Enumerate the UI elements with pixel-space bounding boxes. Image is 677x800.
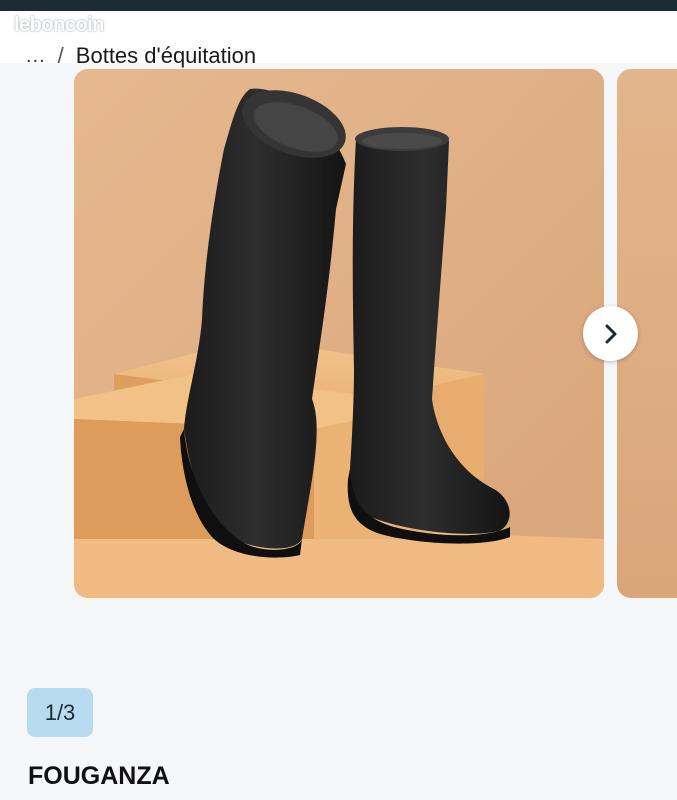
photo-counter: 1/3 [27,688,93,737]
status-bar [0,0,677,11]
brand-title: FOUGANZA [28,762,170,790]
chevron-right-icon [605,324,616,343]
leboncoin-watermark: leboncoin [14,14,104,36]
boots-image [74,69,604,598]
next-photo-button[interactable] [583,306,638,361]
product-photo[interactable] [74,69,604,598]
